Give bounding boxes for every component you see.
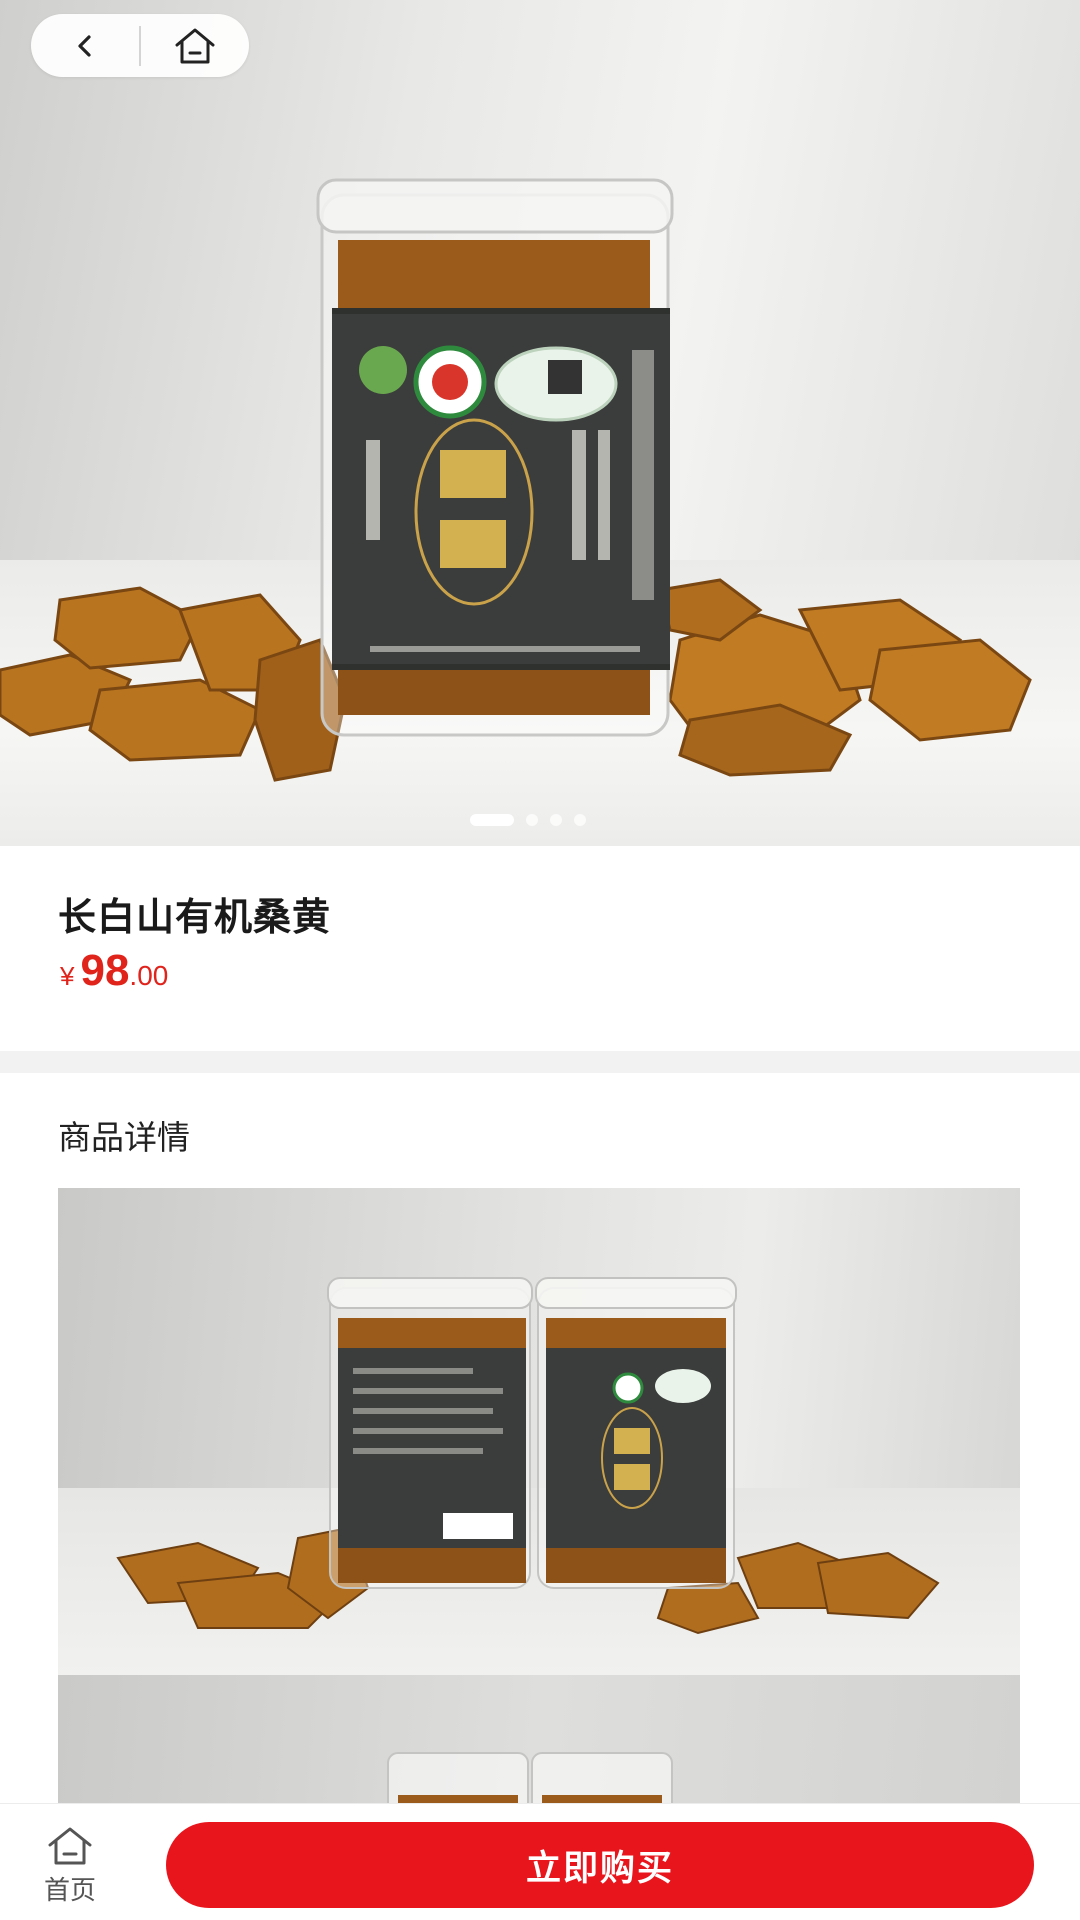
mushroom-pieces-right xyxy=(658,578,1032,777)
details-heading: 商品详情 xyxy=(58,1118,190,1157)
product-photo xyxy=(0,178,1032,782)
price-currency-symbol: ¥ xyxy=(60,961,75,991)
product-info: 长白山有机桑黄 ¥ 98 .00 xyxy=(0,846,1080,1051)
home-nav-button[interactable] xyxy=(141,14,249,77)
carousel-dot[interactable] xyxy=(574,814,586,826)
product-detail-page: 长白山有机桑黄 ¥ 98 .00 商品详情 首页 立即购买 xyxy=(0,0,1080,1920)
carousel-dot[interactable] xyxy=(550,814,562,826)
section-divider xyxy=(0,1051,1080,1073)
home-icon xyxy=(48,1827,92,1865)
home-tab-button[interactable]: 首页 xyxy=(28,1826,112,1916)
chevron-left-icon xyxy=(78,34,91,57)
mushroom-pieces-left xyxy=(0,586,347,782)
carousel-indicator xyxy=(470,814,586,826)
nav-capsule xyxy=(31,14,249,77)
back-button[interactable] xyxy=(31,14,139,77)
price-integer: 98 xyxy=(80,946,130,995)
product-image-carousel[interactable] xyxy=(0,0,1080,846)
bottom-action-bar: 首页 立即购买 xyxy=(0,1803,1080,1920)
home-tab-label: 首页 xyxy=(43,1876,96,1906)
carousel-dot[interactable] xyxy=(526,814,538,826)
home-icon xyxy=(175,28,215,63)
detail-product-photo xyxy=(116,1277,940,1635)
jar xyxy=(316,178,674,737)
carousel-dot-active[interactable] xyxy=(470,814,514,826)
product-details-section: 商品详情 xyxy=(0,1073,1080,1835)
buy-now-button[interactable]: 立即购买 xyxy=(166,1822,1034,1908)
detail-image-1 xyxy=(58,1188,1020,1675)
price-decimal: .00 xyxy=(129,960,169,991)
product-title: 长白山有机桑黄 xyxy=(58,895,332,939)
product-price: ¥ 98 .00 xyxy=(60,946,168,996)
